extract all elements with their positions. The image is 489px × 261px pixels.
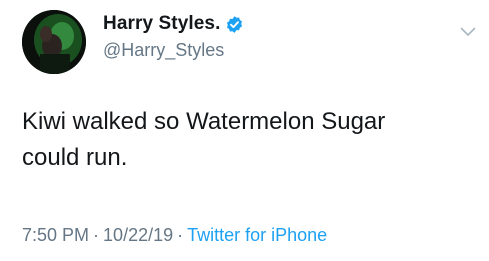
tweet-time[interactable]: 7:50 PM	[22, 225, 89, 245]
tweet-text: Kiwi walked so Watermelon Sugar could ru…	[22, 104, 462, 176]
tweet-date[interactable]: 10/22/19	[103, 225, 173, 245]
avatar[interactable]	[22, 10, 86, 74]
tweet-meta: 7:50 PM · 10/22/19 · Twitter for iPhone	[22, 225, 327, 246]
tweet-text-line: could run.	[22, 144, 128, 171]
meta-separator: ·	[177, 225, 184, 245]
meta-separator: ·	[93, 225, 100, 245]
display-name[interactable]: Harry Styles.	[103, 13, 220, 35]
user-handle[interactable]: @Harry_Styles	[103, 40, 224, 61]
tweet-source-link[interactable]: Twitter for iPhone	[187, 225, 327, 245]
author-name-row: Harry Styles.	[103, 13, 244, 35]
avatar-photo	[22, 10, 86, 74]
verified-badge-icon	[225, 15, 244, 34]
tweet-text-line: Kiwi walked so Watermelon Sugar	[22, 108, 386, 135]
chevron-down-icon[interactable]	[460, 24, 476, 36]
tweet-card: Harry Styles. @Harry_Styles Kiwi walked …	[0, 0, 489, 261]
